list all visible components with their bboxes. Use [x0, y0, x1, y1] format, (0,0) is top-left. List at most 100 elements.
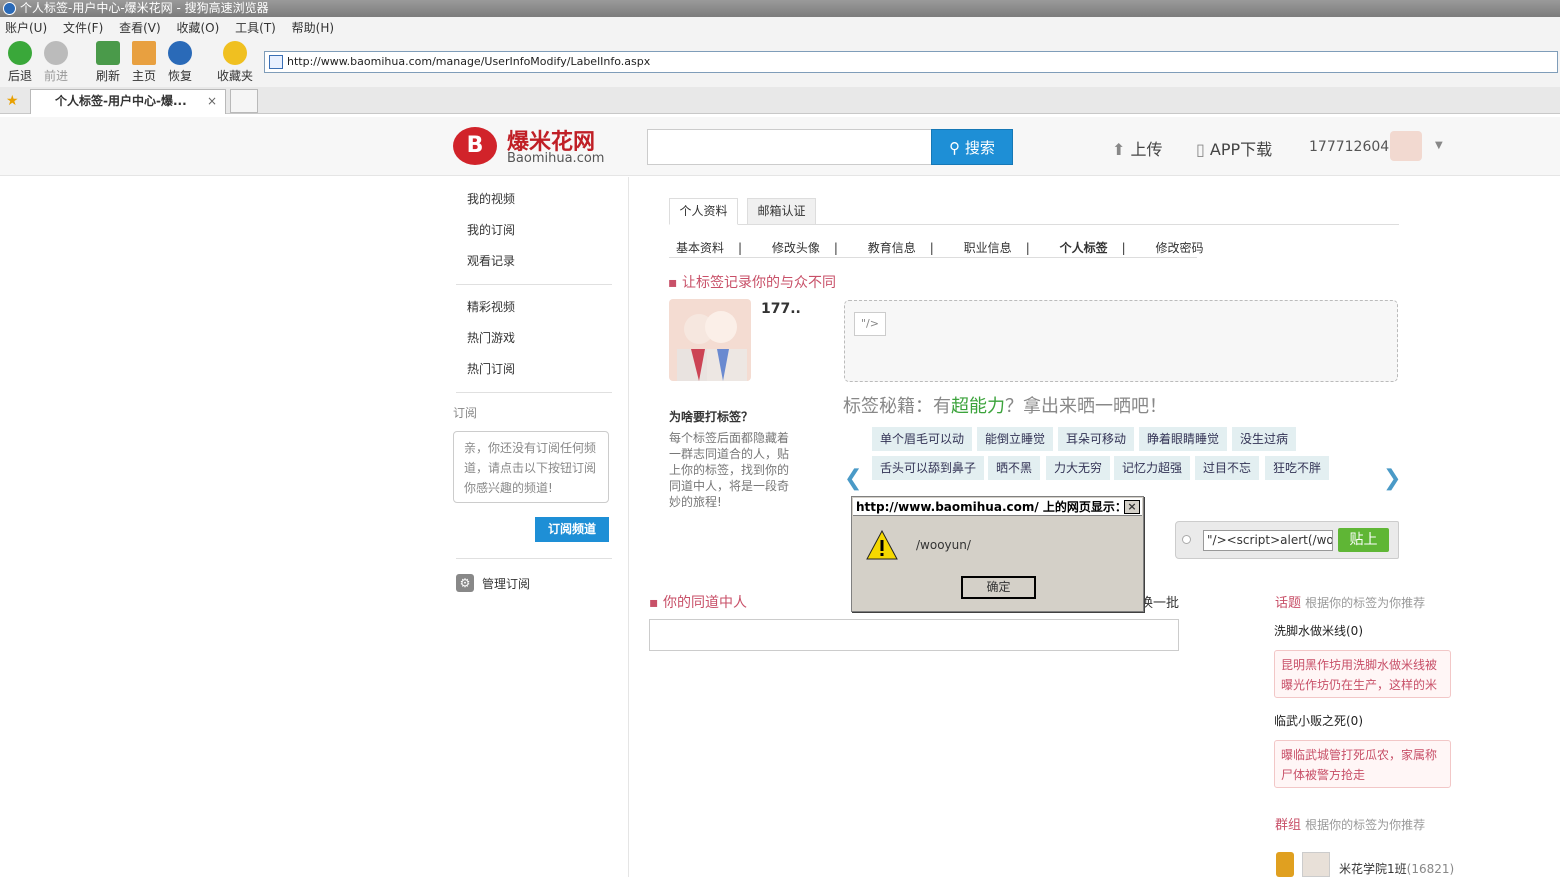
star-icon [223, 41, 247, 65]
peers-title: ▪ 你的同道中人 [649, 595, 747, 611]
menu-file[interactable]: 文件(F) [63, 21, 103, 35]
tab-profile[interactable]: 个人资料 [669, 198, 738, 225]
tab-underline [669, 224, 1399, 225]
suggested-tag[interactable]: 舌头可以舔到鼻子 [872, 456, 985, 480]
group-avatar[interactable] [1302, 852, 1330, 877]
address-bar[interactable]: http://www.baomihua.com/manage/UserInfoM… [264, 51, 1558, 73]
favorites-button[interactable]: 收藏夹 [213, 41, 257, 84]
profile-subnav: 基本资料 | 修改头像 | 教育信息 | 职业信息 | 个人标签 | 修改密码 [676, 239, 1217, 256]
site-logo-subtext: Baomihua.com [507, 151, 605, 166]
menu-account[interactable]: 账户(U) [5, 21, 47, 35]
home-icon [132, 41, 156, 65]
sidebar-divider [628, 177, 629, 877]
tag-tips: 标签秘籍：有超能力？拿出来晒一晒吧！ [843, 396, 1167, 417]
suggested-tag[interactable]: 耳朵可移动 [1058, 427, 1135, 451]
suggested-tag[interactable]: 过目不忘 [1195, 456, 1260, 480]
menu-favorites[interactable]: 收藏(O) [177, 21, 220, 35]
add-tag-button[interactable]: 贴上 [1338, 528, 1389, 552]
subscriptions-label: 订阅 [453, 406, 478, 420]
gear-icon: ⚙ [456, 574, 474, 592]
why-tags-title: 为啥要打标签？ [669, 410, 754, 424]
topic-link[interactable]: 洗脚水做米线(0) [1274, 622, 1363, 639]
menu-view[interactable]: 查看(V) [119, 21, 161, 35]
topic-link[interactable]: 临武小贩之死(0) [1274, 712, 1363, 729]
subnav-tags[interactable]: 个人标签 [1060, 241, 1108, 255]
warning-icon [866, 529, 898, 563]
sidebar-separator [456, 284, 612, 285]
close-icon[interactable]: × [1124, 500, 1140, 514]
search-input[interactable] [647, 129, 932, 165]
restore-button[interactable]: 恢复 [160, 41, 200, 84]
suggested-tag[interactable]: 能倒立睡觉 [977, 427, 1054, 451]
subscriptions-empty-message: 亲，你还没有订阅任何频道，请点击以下按钮订阅你感兴趣的频道! [453, 431, 609, 503]
sidebar-item-featured[interactable]: 精彩视频 [467, 298, 515, 315]
undo-icon [168, 41, 192, 65]
sidebar-item-my-videos[interactable]: 我的视频 [467, 190, 515, 207]
home-button[interactable]: 主页 [124, 41, 164, 84]
alert-message: /wooyun/ [916, 538, 971, 552]
sidebar-separator [456, 558, 612, 559]
page-icon [269, 55, 283, 69]
sidebar-item-hot-subs[interactable]: 热门订阅 [467, 360, 515, 377]
app-download-link[interactable]: ▯ APP下载 [1196, 136, 1272, 160]
tab-close-icon[interactable]: × [207, 90, 217, 113]
topic-card[interactable]: 曝临武城管打死瓜农，家属称尸体被警方抢走 [1274, 740, 1451, 788]
subnav-separator: | [1121, 241, 1126, 255]
chevron-right-icon[interactable]: ❯ [1383, 466, 1401, 491]
chevron-left-icon[interactable]: ❮ [844, 466, 862, 491]
subscribe-channel-button[interactable]: 订阅频道 [535, 517, 609, 542]
manage-subscriptions-link[interactable]: 管理订阅 [482, 575, 530, 592]
suggested-tag[interactable]: 晒不黑 [988, 456, 1041, 480]
tag-input[interactable]: "/><script>alert(/wooyun/) [1203, 530, 1333, 551]
menu-help[interactable]: 帮助(H) [292, 21, 334, 35]
topics-title: 话题 根据你的标签为你推荐 [1275, 596, 1426, 611]
chevron-down-icon[interactable]: ▼ [1435, 140, 1443, 151]
subnav-avatar[interactable]: 修改头像 [772, 241, 820, 255]
ok-button[interactable]: 确定 [961, 576, 1036, 599]
suggested-tag[interactable]: 狂吃不胖 [1265, 456, 1330, 480]
medal-icon [1276, 852, 1294, 877]
tab-active[interactable]: 个人标签-用户中心-爆... × [30, 89, 226, 114]
subnav-education[interactable]: 教育信息 [868, 241, 916, 255]
groups-title: 群组 根据你的标签为你推荐 [1275, 818, 1426, 833]
sidebar-separator [456, 392, 612, 393]
subnav-password[interactable]: 修改密码 [1155, 241, 1203, 255]
group-link[interactable]: 米花学院1班(16821) [1339, 860, 1454, 877]
peers-refresh-link[interactable]: 换一批 [1140, 592, 1179, 611]
tag-chip[interactable]: "/> [854, 312, 886, 336]
user-avatar[interactable] [1390, 131, 1422, 161]
subnav-separator: | [833, 241, 838, 255]
back-button[interactable]: 后退 [0, 41, 40, 84]
username-link[interactable]: 177712604 [1309, 139, 1389, 155]
suggested-tag[interactable]: 没生过病 [1232, 427, 1297, 451]
subnav-basic[interactable]: 基本资料 [676, 241, 724, 255]
alert-title: http://www.baomihua.com/ 上的网页显示： [853, 498, 1142, 516]
suggested-tag[interactable]: 记忆力超强 [1114, 456, 1191, 480]
sidebar-item-history[interactable]: 观看记录 [467, 252, 515, 269]
menu-bar: 账户(U) 文件(F) 查看(V) 收藏(O) 工具(T) 帮助(H) [0, 17, 1560, 39]
upload-arrow-icon: ⬆ [1112, 140, 1126, 159]
back-arrow-icon [8, 41, 32, 65]
refresh-icon [96, 41, 120, 65]
subnav-career[interactable]: 职业信息 [964, 241, 1012, 255]
sidebar-item-hot-games[interactable]: 热门游戏 [467, 329, 515, 346]
tab-email-verify[interactable]: 邮箱认证 [747, 198, 816, 225]
browser-logo-icon [3, 2, 16, 15]
new-tab-button[interactable] [230, 89, 258, 113]
subnav-separator: | [738, 241, 743, 255]
window-title-bar: 个人标签-用户中心-爆米花网 - 搜狗高速浏览器 [0, 0, 1560, 17]
suggested-tag[interactable]: 力大无穷 [1046, 456, 1111, 480]
site-logo-icon[interactable]: B [453, 127, 497, 165]
topic-card[interactable]: 昆明黑作坊用洗脚水做米线被曝光作坊仍在生产，这样的米线你还敢吃吗 [1274, 650, 1451, 698]
forward-button[interactable]: 前进 [36, 41, 76, 84]
suggested-tag[interactable]: 睁着眼睛睡觉 [1139, 427, 1228, 451]
search-button[interactable]: ⚲ 搜索 [931, 129, 1013, 165]
tab-title: 个人标签-用户中心-爆... [55, 94, 187, 108]
favorite-star-icon[interactable]: ★ [6, 93, 19, 109]
tags-slogan: ▪ 让标签记录你的与众不同 [668, 275, 836, 291]
refresh-button[interactable]: 刷新 [88, 41, 128, 84]
menu-tools[interactable]: 工具(T) [235, 21, 276, 35]
suggested-tag[interactable]: 单个眉毛可以动 [872, 427, 973, 451]
upload-link[interactable]: ⬆ 上传 [1112, 136, 1163, 160]
sidebar-item-my-subscriptions[interactable]: 我的订阅 [467, 221, 515, 238]
